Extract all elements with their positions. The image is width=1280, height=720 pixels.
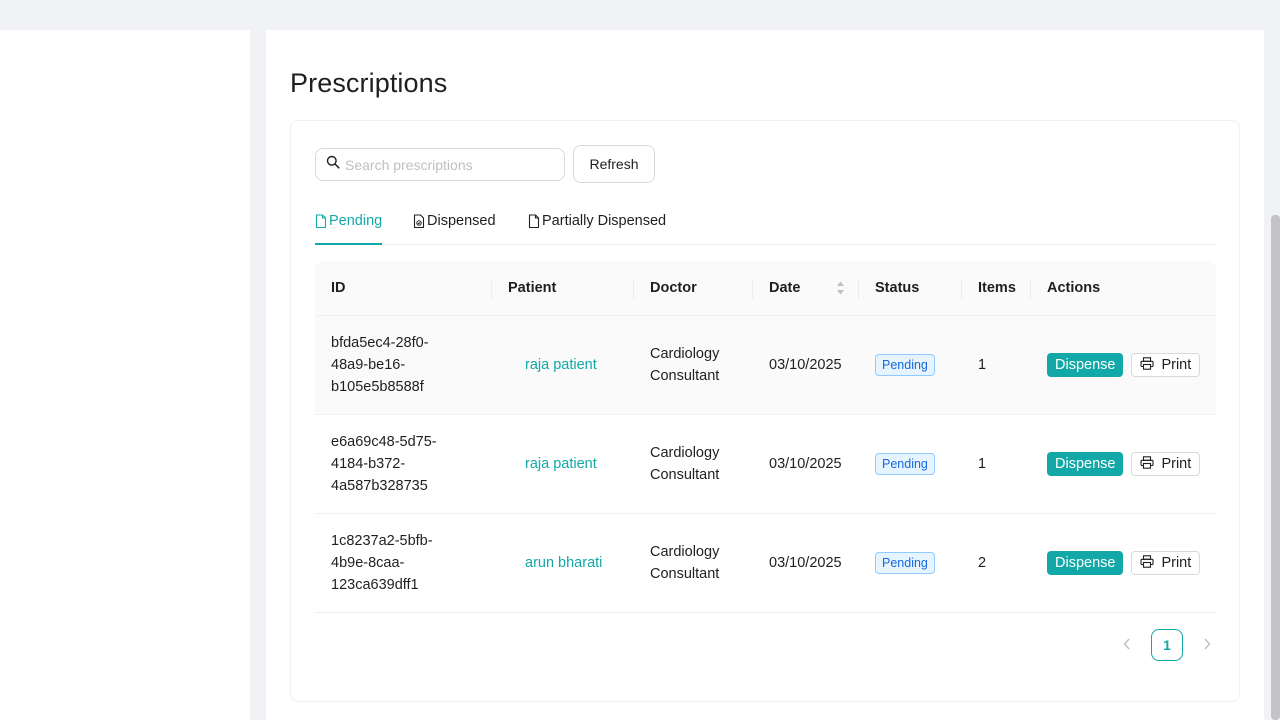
- pagination: 1: [1119, 629, 1215, 661]
- scrollbar[interactable]: [1271, 215, 1280, 720]
- prescription-id: e6a69c48-5d75- 4184-b372- 4a587b328735: [331, 434, 437, 494]
- row-actions: Dispense Print: [1031, 551, 1216, 575]
- status-cell: Pending: [859, 354, 962, 376]
- column-header-patient: Patient: [492, 261, 634, 315]
- main-content: Prescriptions Refresh Pending Dispensed: [266, 30, 1264, 720]
- doctor-name: Cardiology Consultant: [650, 346, 720, 384]
- search-icon: [326, 155, 340, 174]
- column-header-actions: Actions: [1047, 280, 1101, 296]
- prescriptions-card: Refresh Pending Dispensed Partially Disp…: [290, 120, 1240, 702]
- search-box[interactable]: [315, 148, 565, 181]
- doctor-name: Cardiology Consultant: [650, 544, 720, 582]
- sort-icon: [836, 281, 845, 299]
- items-count: 1: [978, 456, 987, 472]
- patient-link[interactable]: arun bharati: [492, 552, 634, 574]
- status-cell: Pending: [859, 453, 962, 475]
- table-row: e6a69c48-5d75- 4184-b372- 4a587b328735 r…: [315, 415, 1216, 514]
- prescription-id: bfda5ec4-28f0- 48a9-be16- b105e5b8588f: [331, 335, 429, 395]
- tab-pending[interactable]: Pending: [315, 209, 382, 245]
- prescription-date: 03/10/2025: [769, 357, 842, 373]
- print-button[interactable]: Print: [1131, 551, 1201, 575]
- print-button[interactable]: Print: [1131, 452, 1201, 476]
- next-page-icon[interactable]: [1199, 637, 1215, 653]
- prescription-date: 03/10/2025: [769, 555, 842, 571]
- print-label: Print: [1161, 357, 1192, 373]
- column-header-id: ID: [315, 261, 492, 315]
- column-header-status: Status: [859, 261, 962, 315]
- tab-partially-dispensed[interactable]: Partially Dispensed: [528, 209, 666, 245]
- prescription-id: 1c8237a2-5bfb- 4b9e-8caa- 123ca639dff1: [331, 533, 433, 593]
- print-button[interactable]: Print: [1131, 353, 1201, 377]
- file-icon: [528, 213, 540, 233]
- table-row: bfda5ec4-28f0- 48a9-be16- b105e5b8588f r…: [315, 316, 1216, 415]
- status-badge: Pending: [875, 354, 935, 376]
- items-count: 2: [978, 555, 987, 571]
- print-label: Print: [1161, 456, 1192, 472]
- status-cell: Pending: [859, 552, 962, 574]
- status-badge: Pending: [875, 453, 935, 475]
- file-check-icon: [413, 213, 425, 233]
- dispense-button[interactable]: Dispense: [1047, 551, 1124, 575]
- status-tabs: Pending Dispensed Partially Dispensed: [315, 209, 1216, 245]
- column-header-date[interactable]: Date: [753, 261, 859, 315]
- printer-icon: [1140, 455, 1155, 473]
- row-actions: Dispense Print: [1031, 353, 1216, 377]
- tab-label: Partially Dispensed: [542, 213, 667, 229]
- print-label: Print: [1161, 555, 1192, 571]
- tab-dispensed[interactable]: Dispensed: [413, 209, 496, 245]
- doctor-name: Cardiology Consultant: [650, 445, 720, 483]
- file-icon: [315, 213, 327, 233]
- status-badge: Pending: [875, 552, 935, 574]
- patient-link[interactable]: raja patient: [492, 453, 634, 475]
- refresh-button[interactable]: Refresh: [573, 145, 655, 183]
- table-header: ID Patient Doctor Date Status Items Acti…: [315, 261, 1216, 316]
- tab-label: Dispensed: [427, 213, 496, 229]
- dispense-button[interactable]: Dispense: [1047, 353, 1124, 377]
- dispense-button[interactable]: Dispense: [1047, 452, 1124, 476]
- column-header-items: Items: [962, 261, 1031, 315]
- printer-icon: [1140, 356, 1155, 374]
- printer-icon: [1140, 554, 1155, 572]
- page-title: Prescriptions: [290, 68, 448, 98]
- tab-label: Pending: [329, 213, 383, 229]
- sidebar: [0, 30, 250, 720]
- prescription-date: 03/10/2025: [769, 456, 842, 472]
- search-input[interactable]: [345, 156, 554, 173]
- row-actions: Dispense Print: [1031, 452, 1216, 476]
- table-row: 1c8237a2-5bfb- 4b9e-8caa- 123ca639dff1 a…: [315, 514, 1216, 613]
- column-header-date-label: Date: [769, 280, 801, 296]
- items-count: 1: [978, 357, 987, 373]
- prev-page-icon[interactable]: [1119, 637, 1135, 653]
- page-number-current[interactable]: 1: [1151, 629, 1183, 661]
- patient-link[interactable]: raja patient: [492, 354, 634, 376]
- prescriptions-table: ID Patient Doctor Date Status Items Acti…: [315, 261, 1216, 613]
- column-header-doctor: Doctor: [634, 261, 753, 315]
